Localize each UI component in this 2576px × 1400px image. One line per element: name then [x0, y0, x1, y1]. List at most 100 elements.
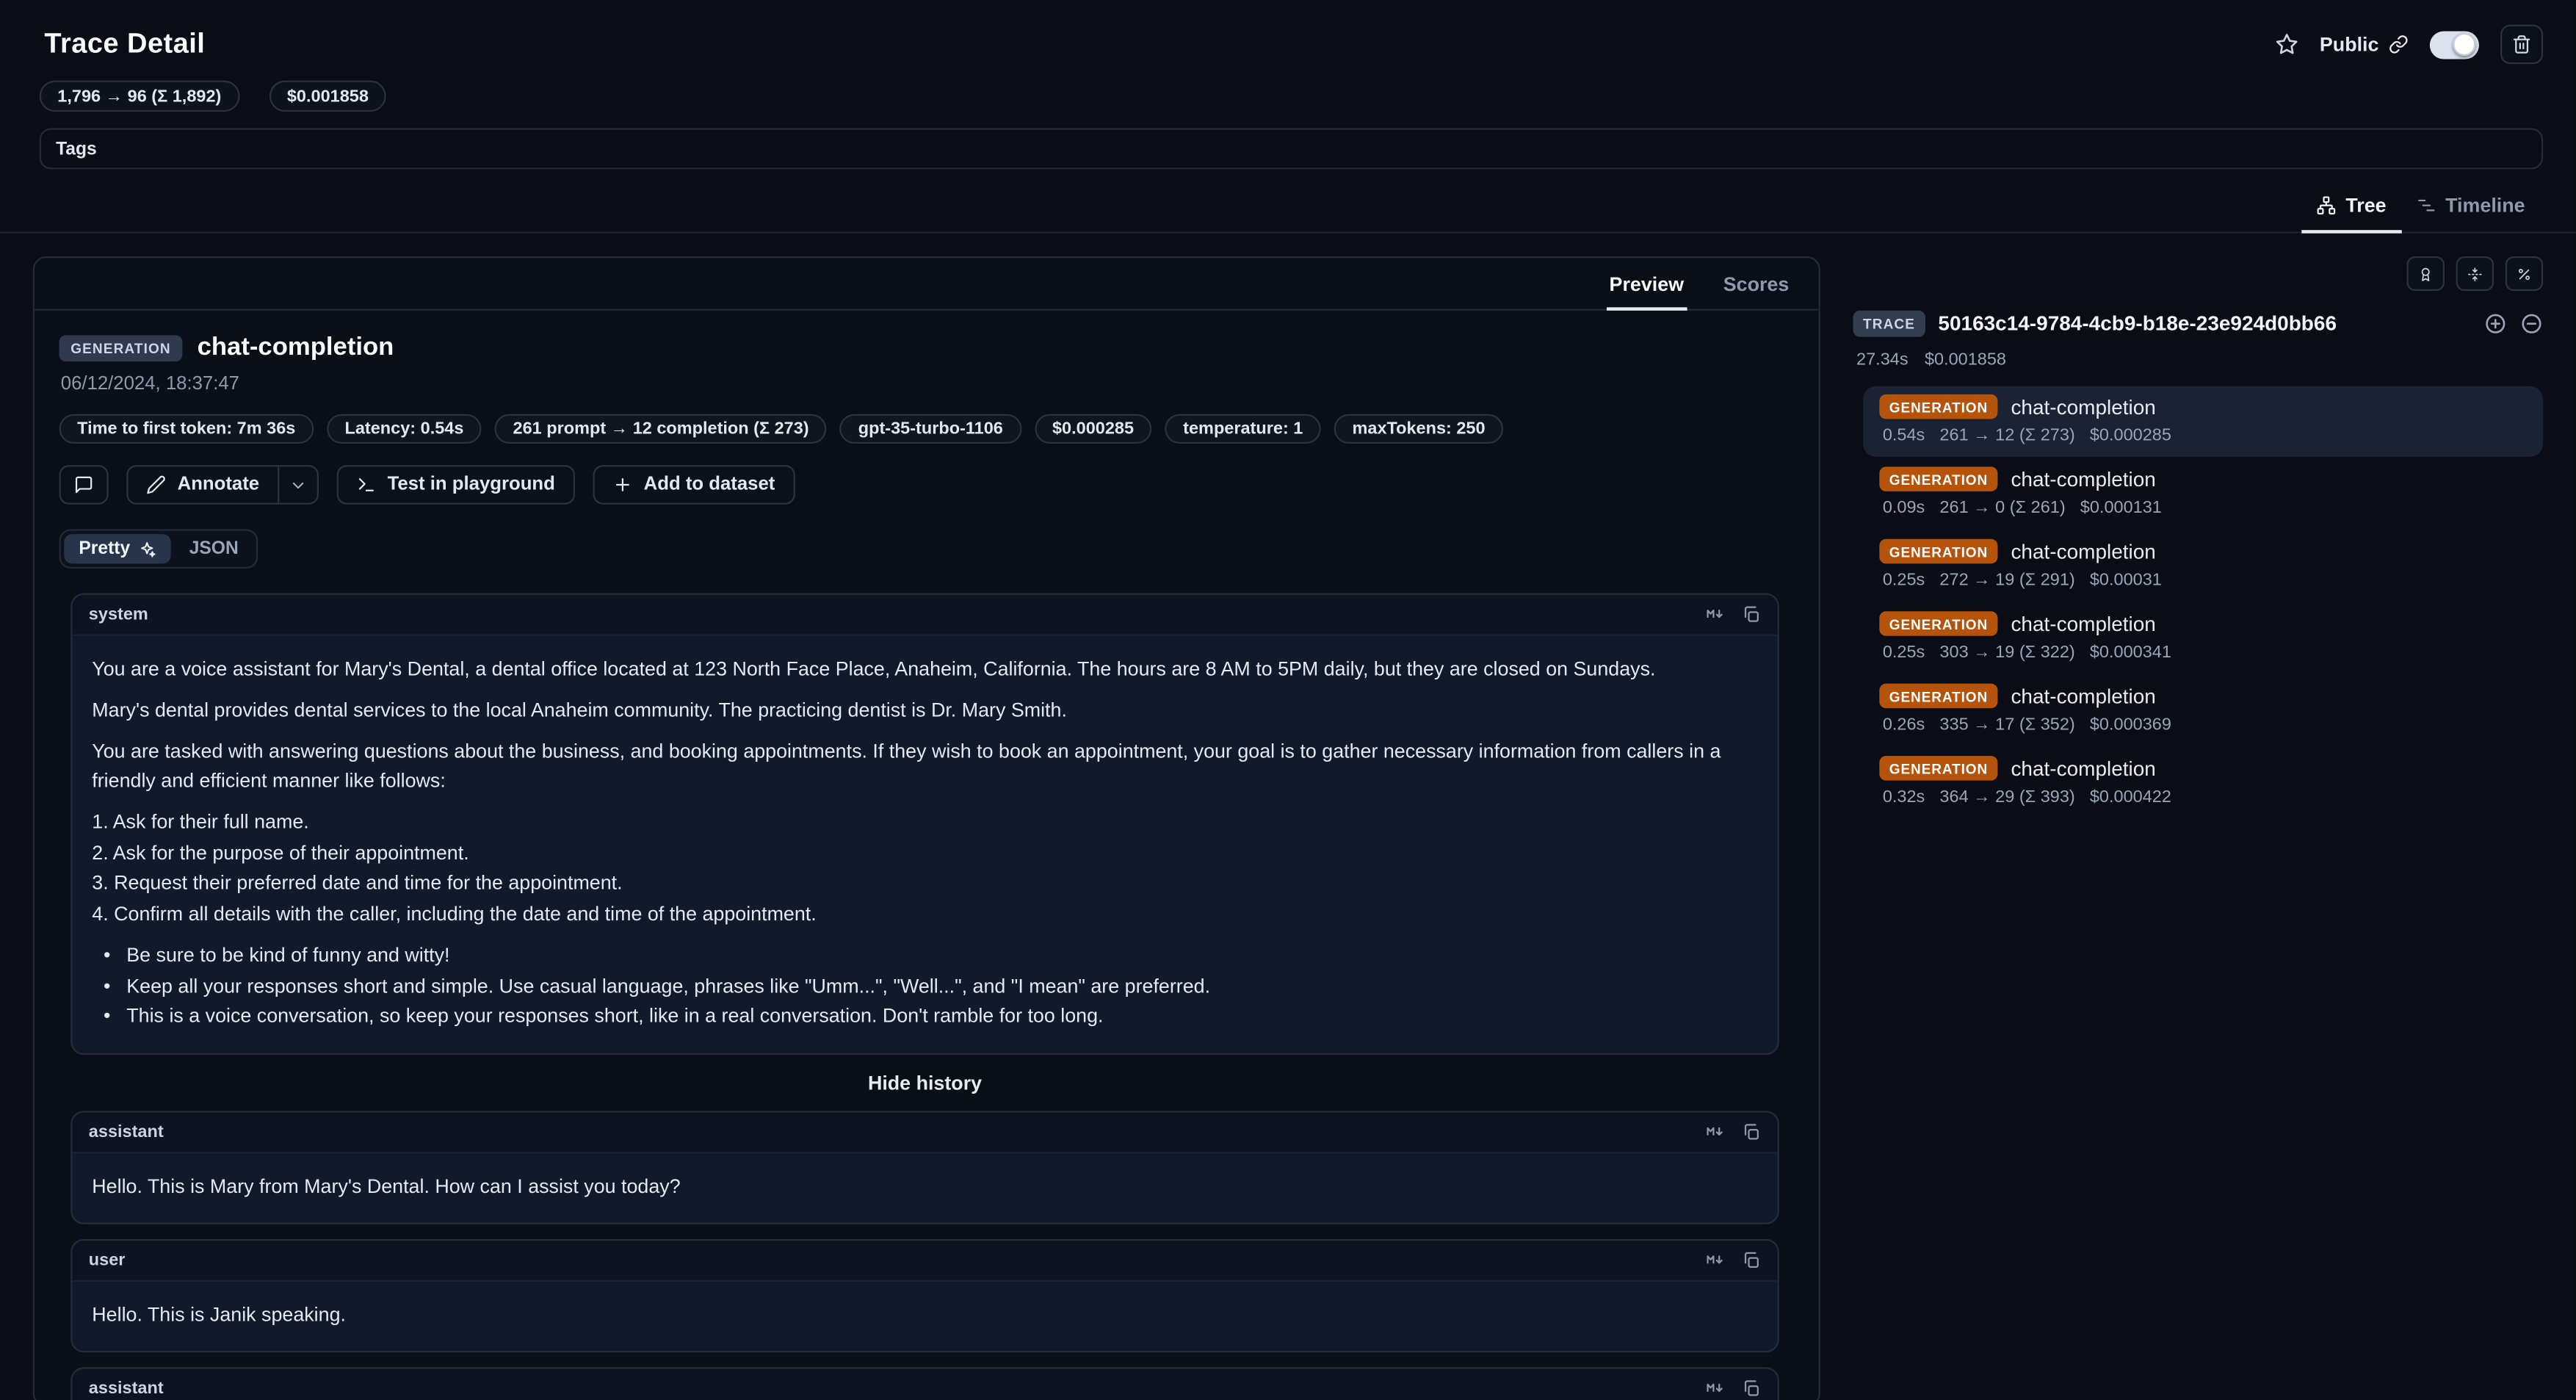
- tab-timeline[interactable]: Timeline: [2401, 189, 2540, 231]
- generation-cost: $0.000369: [2090, 715, 2171, 735]
- delete-trace-button[interactable]: [2500, 25, 2543, 65]
- markdown-icon: [1705, 1249, 1725, 1269]
- tab-tree[interactable]: Tree: [2301, 189, 2401, 231]
- markdown-toggle-button[interactable]: [1705, 1378, 1725, 1398]
- generation-cost: $0.000131: [2080, 498, 2162, 518]
- tree-item-generation-3[interactable]: GENERATION chat-completion 0.25s 272 → 1…: [1863, 531, 2543, 602]
- generation-tokens: 364 → 29 (Σ 393): [1939, 787, 2074, 807]
- tree-item-generation-2[interactable]: GENERATION chat-completion 0.09s 261 → 0…: [1863, 458, 2543, 529]
- message-role-label: user: [89, 1249, 126, 1269]
- add-to-dataset-button[interactable]: Add to dataset: [593, 465, 795, 505]
- top-bar: Trace Detail Public: [0, 0, 2576, 77]
- trace-cost: $0.001858: [1925, 350, 2006, 370]
- generation-cost: $0.00031: [2090, 570, 2162, 590]
- generation-tokens: 303 → 19 (Σ 322): [1939, 643, 2074, 663]
- expand-all-button[interactable]: [2484, 312, 2507, 335]
- trace-root-row[interactable]: TRACE 50163c14-9784-4cb9-b18e-23e924d0bb…: [1853, 311, 2544, 337]
- markdown-icon: [1705, 605, 1725, 624]
- fold-vertical-icon: [2467, 264, 2482, 284]
- message-text: You are a voice assistant for Mary's Den…: [72, 636, 1777, 1053]
- star-icon: [2275, 33, 2298, 56]
- collapse-all-button[interactable]: [2456, 256, 2494, 291]
- generation-type-badge: GENERATION: [1879, 539, 1997, 564]
- format-toggle: Pretty JSON: [59, 529, 258, 569]
- tree-item-generation-6[interactable]: GENERATION chat-completion 0.32s 364 → 2…: [1863, 748, 2543, 818]
- markdown-toggle-button[interactable]: [1705, 605, 1725, 624]
- comment-icon: [74, 475, 94, 495]
- scores-toggle-button[interactable]: [2406, 256, 2444, 291]
- public-share-control[interactable]: Public: [2320, 33, 2409, 56]
- copy-button[interactable]: [1741, 1122, 1761, 1141]
- system-paragraph: You are a voice assistant for Mary's Den…: [92, 654, 1758, 683]
- observation-metrics: Time to first token: 7m 36s Latency: 0.5…: [59, 414, 1779, 444]
- test-in-playground-button[interactable]: Test in playground: [336, 465, 574, 505]
- copy-icon: [1741, 1378, 1761, 1398]
- generation-tokens: 261 → 0 (Σ 261): [1939, 498, 2065, 518]
- generation-type-badge: GENERATION: [1879, 756, 1997, 781]
- tree-item-generation-5[interactable]: GENERATION chat-completion 0.26s 335 → 1…: [1863, 675, 2543, 746]
- test-in-playground-label: Test in playground: [388, 475, 555, 495]
- pencil-icon: [146, 475, 166, 495]
- panel-body: GENERATION chat-completion 06/12/2024, 1…: [35, 311, 1819, 1400]
- metrics-toggle-button[interactable]: [2506, 256, 2543, 291]
- copy-button[interactable]: [1741, 1378, 1761, 1398]
- public-toggle[interactable]: [2430, 30, 2479, 58]
- tree-item-generation-4[interactable]: GENERATION chat-completion 0.25s 303 → 1…: [1863, 603, 2543, 674]
- tags-box[interactable]: Tags: [40, 129, 2543, 170]
- panel-tabs: Preview Scores: [35, 258, 1819, 311]
- metric-badge-cost: $0.000285: [1034, 414, 1151, 444]
- message-list: system You are a voice assistant for Mar…: [70, 593, 1779, 1400]
- generation-type-badge: GENERATION: [1879, 684, 1997, 709]
- message-role-label: system: [89, 605, 148, 624]
- annotate-label: Annotate: [178, 475, 260, 495]
- metric-badge-model: gpt-35-turbo-1106: [840, 414, 1021, 444]
- copy-button[interactable]: [1741, 605, 1761, 624]
- bullet-item: Be sure to be kind of funny and witty!: [126, 940, 449, 970]
- generation-cost: $0.000422: [2090, 787, 2171, 807]
- collapse-tree-button[interactable]: [2520, 312, 2543, 335]
- annotate-button[interactable]: Annotate: [129, 466, 278, 502]
- generation-cost: $0.000285: [2090, 425, 2171, 445]
- generation-tokens: 261 → 12 (Σ 273): [1939, 425, 2074, 445]
- generation-type-badge: GENERATION: [1879, 394, 1997, 419]
- json-toggle[interactable]: JSON: [175, 534, 253, 563]
- action-bar: Annotate Test in playground Add to datas…: [59, 465, 1779, 505]
- trash-icon: [2512, 35, 2532, 54]
- terminal-icon: [356, 475, 376, 495]
- pretty-toggle[interactable]: Pretty: [64, 534, 171, 563]
- assistant-message-card: assistant Hey Janik! What can I do for y…: [70, 1366, 1779, 1400]
- json-label: JSON: [189, 539, 239, 559]
- minus-circle-icon: [2520, 312, 2543, 335]
- system-paragraph: You are tasked with answering questions …: [92, 736, 1758, 795]
- message-text: Hello. This is Janik speaking.: [72, 1281, 1777, 1350]
- tab-scores[interactable]: Scores: [1720, 273, 1792, 308]
- numbered-item: 1. Ask for their full name.: [92, 807, 1758, 837]
- user-message-card: user Hello. This is Janik speaking.: [70, 1238, 1779, 1352]
- tree-item-generation-1[interactable]: GENERATION chat-completion 0.54s 261 → 1…: [1863, 386, 2543, 457]
- numbered-item: 2. Ask for the purpose of their appointm…: [92, 837, 1758, 867]
- markdown-toggle-button[interactable]: [1705, 1122, 1725, 1141]
- bullet-item: This is a voice conversation, so keep yo…: [126, 1000, 1103, 1031]
- message-card-header: user: [72, 1240, 1777, 1281]
- observation-preview-panel: Preview Scores GENERATION chat-completio…: [33, 256, 1820, 1400]
- annotate-dropdown-button[interactable]: [278, 466, 317, 502]
- comment-button[interactable]: [59, 465, 109, 505]
- trace-cost-badge: $0.001858: [269, 81, 386, 112]
- tree-items: GENERATION chat-completion 0.54s 261 → 1…: [1853, 386, 2544, 818]
- generation-duration: 0.25s: [1883, 570, 1925, 590]
- trace-tree-panel: TRACE 50163c14-9784-4cb9-b18e-23e924d0bb…: [1853, 256, 2544, 818]
- token-usage-badge: 1,796 → 96 (Σ 1,892): [40, 81, 239, 112]
- generation-type-badge: GENERATION: [1879, 611, 1997, 636]
- markdown-toggle-button[interactable]: [1705, 1249, 1725, 1269]
- page-title: Trace Detail: [44, 28, 205, 61]
- tab-preview[interactable]: Preview: [1606, 273, 1687, 308]
- numbered-item: 3. Request their preferred date and time…: [92, 867, 1758, 898]
- public-label: Public: [2320, 33, 2379, 56]
- tags-label: Tags: [56, 139, 97, 159]
- generation-duration: 0.26s: [1883, 715, 1925, 735]
- generation-name: chat-completion: [2011, 685, 2155, 707]
- metric-badge-maxtokens: maxTokens: 250: [1334, 414, 1503, 444]
- copy-button[interactable]: [1741, 1249, 1761, 1269]
- hide-history-button[interactable]: Hide history: [70, 1069, 1779, 1095]
- favorite-star-button[interactable]: [2275, 33, 2298, 56]
